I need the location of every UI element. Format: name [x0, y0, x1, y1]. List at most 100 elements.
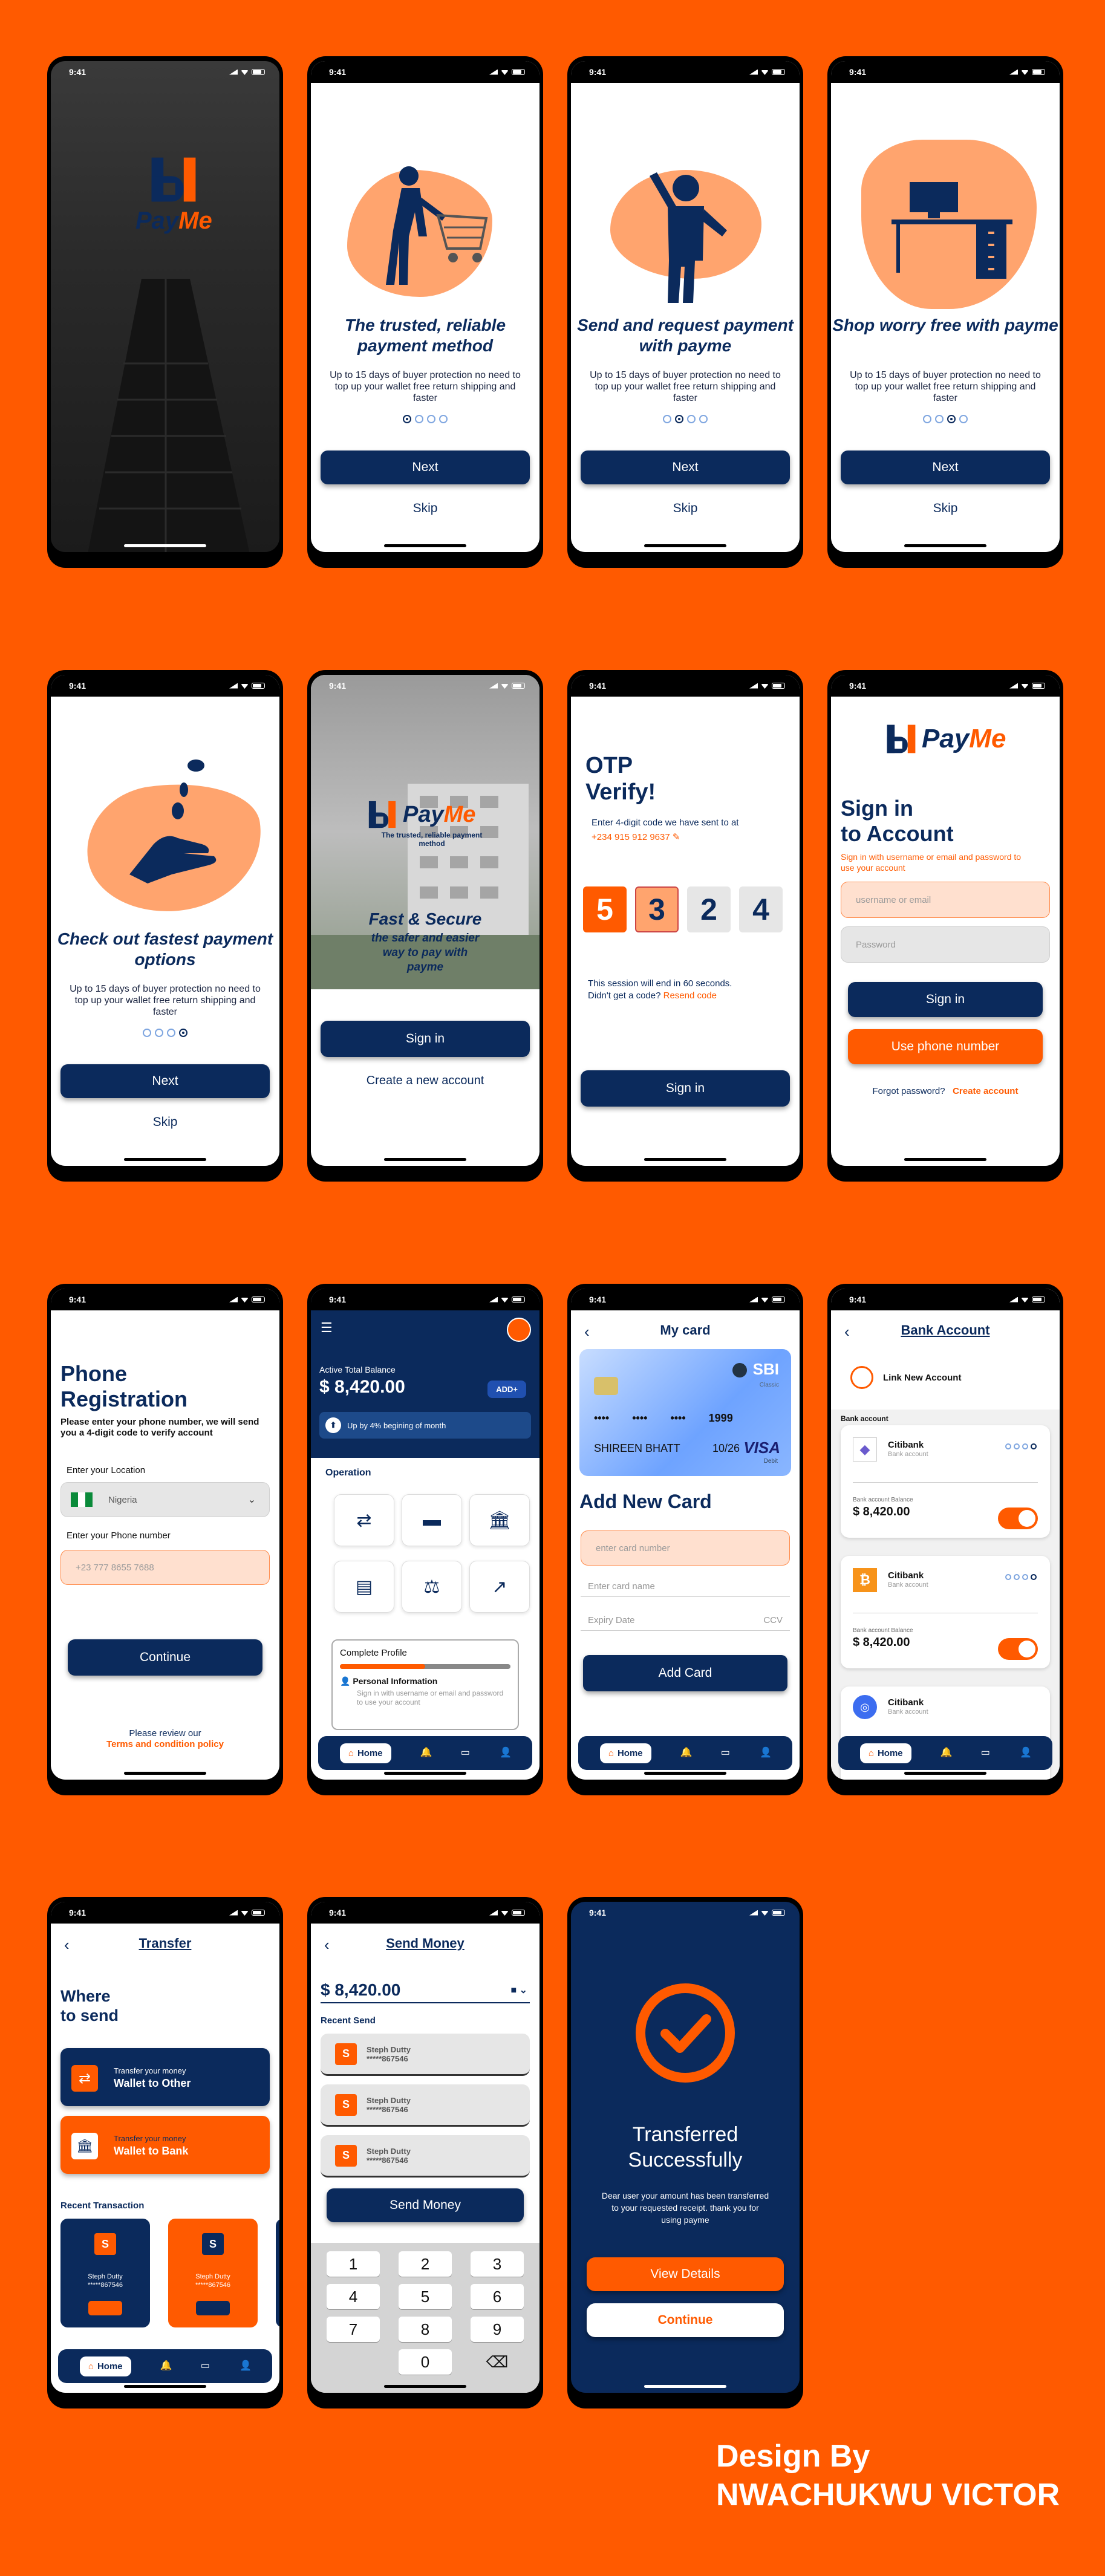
key-6[interactable]: 6 — [471, 2284, 524, 2309]
recent-send-item[interactable]: S Steph Dutty *****867546 — [321, 2084, 530, 2127]
recent-card[interactable]: S Steph Dutty *****867546 — [168, 2219, 258, 2327]
wallet-icon[interactable]: ▭ — [200, 2361, 210, 2372]
transfer-operation[interactable]: ⇄ — [334, 1494, 394, 1546]
key-5[interactable]: 5 — [399, 2284, 452, 2309]
continue-button[interactable]: Continue — [68, 1639, 262, 1676]
pager-dot[interactable] — [935, 415, 944, 423]
account-toggle[interactable] — [998, 1508, 1038, 1529]
next-button[interactable]: Next — [321, 450, 530, 484]
view-details-button[interactable]: View Details — [587, 2257, 784, 2291]
wallet-to-other-option[interactable]: ⇄ Transfer your money Wallet to Other — [60, 2048, 270, 2106]
pager-dot[interactable] — [923, 415, 931, 423]
wallet-icon[interactable]: ▭ — [720, 1748, 731, 1758]
nav-home[interactable]: ⌂ Home — [599, 1743, 651, 1763]
wallet-icon[interactable]: ▭ — [460, 1748, 471, 1758]
currency-dropdown-icon[interactable]: ■ ⌄ — [510, 1984, 527, 1996]
nav-home[interactable]: ⌂ Home — [339, 1743, 391, 1763]
pager-dot[interactable] — [179, 1029, 187, 1037]
send-money-button[interactable]: Send Money — [327, 2188, 524, 2222]
pager-dot[interactable] — [403, 415, 411, 423]
otp-digit[interactable]: 5 — [583, 886, 627, 932]
send-again-button[interactable] — [88, 2301, 122, 2315]
scale-operation[interactable]: ⚖ — [402, 1561, 462, 1613]
bank-account-card[interactable]: ₿ Citibank Bank account Bank account Bal… — [841, 1556, 1050, 1668]
nav-home[interactable]: ⌂ Home — [79, 2356, 131, 2376]
create-account-link[interactable]: Create account — [953, 1086, 1018, 1096]
password-input[interactable]: Password — [841, 926, 1050, 963]
wallet-to-bank-option[interactable]: 🏛 Transfer your money Wallet to Bank — [60, 2116, 270, 2174]
wallet-icon[interactable]: ▭ — [980, 1748, 991, 1758]
key-9[interactable]: 9 — [471, 2317, 524, 2342]
profile-icon[interactable]: 👤 — [500, 1748, 512, 1758]
key-2[interactable]: 2 — [399, 2251, 452, 2277]
next-button[interactable]: Next — [841, 450, 1050, 484]
recent-send-item[interactable]: S Steph Dutty *****867546 — [321, 2135, 530, 2178]
key-4[interactable]: 4 — [327, 2284, 380, 2309]
pager-dot[interactable] — [167, 1029, 175, 1037]
use-phone-button[interactable]: Use phone number — [848, 1029, 1043, 1064]
expiry-input[interactable]: Expiry Date — [588, 1615, 635, 1625]
pager-dot[interactable] — [155, 1029, 163, 1037]
profile-icon[interactable]: 👤 — [760, 1748, 772, 1758]
amount-field[interactable]: $ 8,420.00 ■ ⌄ — [321, 1980, 530, 2003]
key-1[interactable]: 1 — [327, 2251, 380, 2277]
card-number-input[interactable]: enter card number — [581, 1530, 790, 1566]
next-button[interactable]: Next — [60, 1064, 270, 1098]
skip-link[interactable]: Skip — [831, 501, 1060, 516]
create-account-link[interactable]: Create a new account — [311, 1074, 539, 1088]
key-7[interactable]: 7 — [327, 2317, 380, 2342]
sign-in-button[interactable]: Sign in — [321, 1021, 530, 1057]
next-button[interactable]: Next — [581, 450, 790, 484]
account-toggle[interactable] — [998, 1638, 1038, 1660]
bell-icon[interactable]: 🔔 — [160, 2361, 172, 2372]
pager-dot[interactable] — [439, 415, 448, 423]
ccv-input[interactable]: CCV — [763, 1615, 783, 1625]
menu-icon[interactable]: ☰ — [321, 1320, 333, 1336]
link-account-row[interactable]: Link New Account — [850, 1366, 961, 1389]
send-again-button[interactable] — [196, 2301, 230, 2315]
bank-card[interactable]: SBI Classic •••• •••• •••• 1999 SHIREEN BHA… — [579, 1349, 791, 1476]
card-name-input[interactable]: Enter card name — [581, 1581, 790, 1597]
skip-link[interactable]: Skip — [571, 501, 800, 516]
pager-dot[interactable] — [687, 415, 696, 423]
profile-icon[interactable]: 👤 — [1020, 1748, 1032, 1758]
key-8[interactable]: 8 — [399, 2317, 452, 2342]
skip-link[interactable]: Skip — [51, 1115, 279, 1130]
pager-dot[interactable] — [947, 415, 956, 423]
key-0[interactable]: 0 — [399, 2349, 452, 2375]
bell-icon[interactable]: 🔔 — [940, 1748, 952, 1758]
card-operation[interactable]: ▬ — [402, 1494, 462, 1546]
username-input[interactable]: username or email — [841, 882, 1050, 918]
bell-icon[interactable]: 🔔 — [420, 1748, 432, 1758]
terms-link[interactable]: Terms and condition policy — [51, 1739, 279, 1750]
edit-icon[interactable]: ✎ — [673, 832, 680, 842]
add-funds-button[interactable]: ADD+ — [487, 1381, 526, 1398]
pager-dot[interactable] — [427, 415, 435, 423]
location-select[interactable]: Nigeria ⌄ — [60, 1482, 270, 1517]
chart-operation[interactable]: ↗ — [469, 1561, 530, 1613]
continue-button[interactable]: Continue — [587, 2303, 784, 2337]
add-card-button[interactable]: Add Card — [583, 1655, 787, 1691]
pager-dot[interactable] — [663, 415, 671, 423]
resend-link[interactable]: Resend code — [663, 990, 717, 1001]
bank-operation[interactable]: 🏛 — [469, 1494, 530, 1546]
pager-dot[interactable] — [143, 1029, 151, 1037]
pager-dot[interactable] — [675, 415, 683, 423]
otp-digit[interactable]: 4 — [739, 886, 783, 932]
forgot-password-link[interactable]: Forgot password? — [873, 1086, 945, 1096]
key-3[interactable]: 3 — [471, 2251, 524, 2277]
sign-in-button[interactable]: Sign in — [848, 982, 1043, 1017]
nav-home[interactable]: ⌂ Home — [859, 1743, 911, 1763]
complete-profile-card[interactable]: Complete Profile 👤 Personal Information … — [331, 1639, 519, 1730]
otp-digit[interactable]: 3 — [635, 886, 679, 932]
pager-dot[interactable] — [699, 415, 708, 423]
pager-dot[interactable] — [415, 415, 423, 423]
bell-icon[interactable]: 🔔 — [680, 1748, 692, 1758]
sign-in-button[interactable]: Sign in — [581, 1070, 790, 1107]
recent-send-item[interactable]: S Steph Dutty *****867546 — [321, 2034, 530, 2076]
skip-link[interactable]: Skip — [311, 501, 539, 516]
recent-card[interactable]: S Steph Dutty *****867546 — [60, 2219, 150, 2327]
profile-icon[interactable]: 👤 — [240, 2361, 252, 2372]
pager-dot[interactable] — [959, 415, 968, 423]
otp-digit[interactable]: 2 — [687, 886, 731, 932]
